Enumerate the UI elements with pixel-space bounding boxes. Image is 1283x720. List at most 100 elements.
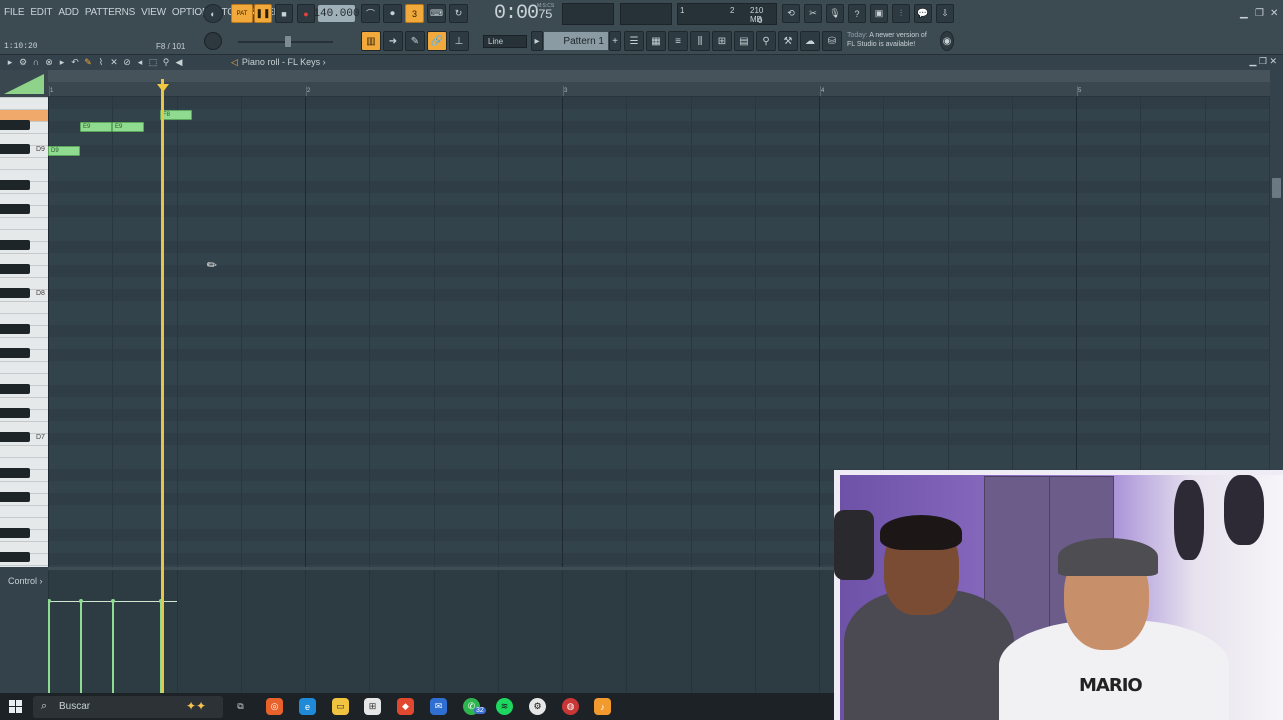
edge-icon[interactable]: e [299,698,316,715]
stop-button[interactable]: ■ [275,4,293,23]
note[interactable]: E9 [112,122,144,132]
velocity-bar[interactable] [48,601,50,693]
black-key[interactable] [0,528,30,538]
globe-icon[interactable]: ◉ [940,31,954,51]
master-volume-knob[interactable] [204,32,222,50]
task-view-icon[interactable]: ⧉ [232,698,249,715]
stamp-icon[interactable]: ⊥ [449,31,469,51]
steam-icon[interactable]: ⚙ [529,698,546,715]
countdown-icon[interactable]: 3 [405,4,424,23]
menu-add[interactable]: ADD [58,7,79,18]
mixer-view-icon[interactable]: ≡ [668,31,688,51]
wait-input-icon[interactable]: ⏺ [383,4,402,23]
black-key[interactable] [0,468,30,478]
black-key[interactable] [0,432,30,442]
black-key[interactable] [0,264,30,274]
playlist-icon[interactable]: ☰ [624,31,644,51]
black-key[interactable] [0,324,30,334]
master-pitch-knob[interactable]: ◐ [203,4,223,23]
plugin-icon[interactable]: ⚲ [756,31,776,51]
mic-icon[interactable]: 🎙 [826,4,844,23]
brave-icon[interactable]: ◆ [397,698,414,715]
tool-settings-icon[interactable]: ⚙ [18,57,28,68]
black-key[interactable] [0,348,30,358]
black-key[interactable] [0,288,30,298]
tools-icon[interactable]: ⚒ [778,31,798,51]
step-edit-icon[interactable]: ⌨ [427,4,446,23]
arrow-right-icon[interactable]: ➜ [383,31,403,51]
taskbar-search[interactable]: ⌕ Buscar ✦✦ [33,696,223,718]
undo-icon[interactable]: ⟲ [782,4,800,23]
velocity-handle[interactable] [48,599,51,603]
horizontal-scroll[interactable] [48,70,1270,82]
black-key[interactable] [0,180,30,190]
help-icon[interactable]: ? [848,4,866,23]
tool-pencil-icon[interactable]: ✎ [83,57,93,68]
velocity-bar[interactable] [112,601,114,693]
pattern-selector[interactable]: Pattern 1 [544,32,608,50]
note[interactable]: E9 [80,122,112,132]
pat-song-toggle[interactable]: PAT [231,4,253,23]
tool-zoom-icon[interactable]: ⚲ [161,57,171,68]
note[interactable]: F8 [160,110,192,120]
windows-start-icon[interactable] [9,700,22,713]
menu-file[interactable]: FILE [4,7,25,18]
velocity-handle[interactable] [79,599,83,603]
minimize-icon[interactable]: ▁ [1240,8,1248,19]
black-key[interactable] [0,120,30,130]
playhead-marker[interactable] [157,84,169,92]
control-label[interactable]: Control › [8,576,43,586]
note[interactable]: D9 [48,146,80,156]
sliders-icon[interactable]: ⫼ [690,31,710,51]
black-key[interactable] [0,144,30,154]
obs-icon[interactable]: ◍ [562,698,579,715]
chat-icon[interactable]: 💬 [914,4,932,23]
tool-mute-icon[interactable]: ⊘ [122,57,132,68]
loop-record-icon[interactable]: ↻ [449,4,468,23]
tool-select-icon[interactable]: ⬚ [148,57,158,68]
link-icon[interactable]: 🔗 [427,31,447,51]
piano-roll-window-controls[interactable]: ▁ ❐ ✕ [1249,56,1277,67]
black-key[interactable] [0,492,30,502]
mail-icon[interactable]: ✉ [430,698,447,715]
menu-arrow-icon[interactable]: ▸ [5,57,15,68]
file-explorer-icon[interactable]: ▭ [332,698,349,715]
timeline-ruler[interactable]: 1 2 3 4 5 [48,70,1270,97]
record-button[interactable]: ● [297,4,315,23]
control-lane-header[interactable]: Control › [0,567,48,693]
mixer-icon[interactable]: ⫶ [892,4,910,23]
shop-icon[interactable]: ⛁ [822,31,842,51]
piano-keyboard[interactable]: D9 D8 D7 [0,97,48,567]
close-icon[interactable]: ✕ [1270,8,1278,19]
black-key[interactable] [0,408,30,418]
tool-magnet-icon[interactable]: ∩ [31,57,41,68]
black-key[interactable] [0,204,30,214]
menu-view[interactable]: VIEW [141,7,166,18]
tool-undo-icon[interactable]: ↶ [70,57,80,68]
black-key[interactable] [0,552,30,562]
snap-select[interactable]: Line [483,35,527,48]
project-icon[interactable]: ▤ [734,31,754,51]
velocity-handle[interactable] [111,599,115,603]
black-key[interactable] [0,384,30,394]
vertical-scroll-thumb[interactable] [1272,178,1281,198]
tool-delete-icon[interactable]: ✕ [109,57,119,68]
download-icon[interactable]: ⇩ [936,4,954,23]
pattern-prev-icon[interactable]: ▸ [531,31,543,51]
tempo-display[interactable]: 140.000 [313,5,360,22]
piano-roll-title[interactable]: ◁ Piano roll - FL Keys › [231,57,326,68]
store-icon[interactable]: ⊞ [364,698,381,715]
news-panel[interactable]: Today: A newer version of FL Studio is a… [847,31,927,49]
tool-play-icon[interactable]: ▸ [57,57,67,68]
cut-icon[interactable]: ✂ [804,4,822,23]
tool-slice-icon[interactable]: ◂ [135,57,145,68]
menu-patterns[interactable]: PATTERNS [85,7,135,18]
restore-icon[interactable]: ❐ [1255,8,1264,19]
tool-stamp-icon[interactable]: ⊗ [44,57,54,68]
piano-roll-icon[interactable]: ▥ [361,31,381,51]
spotify-icon[interactable]: ≋ [496,698,513,715]
pencil-icon[interactable]: ✎ [405,31,425,51]
playhead[interactable] [161,79,164,694]
save-icon[interactable]: ▣ [870,4,888,23]
velocity-bar[interactable] [80,601,82,693]
